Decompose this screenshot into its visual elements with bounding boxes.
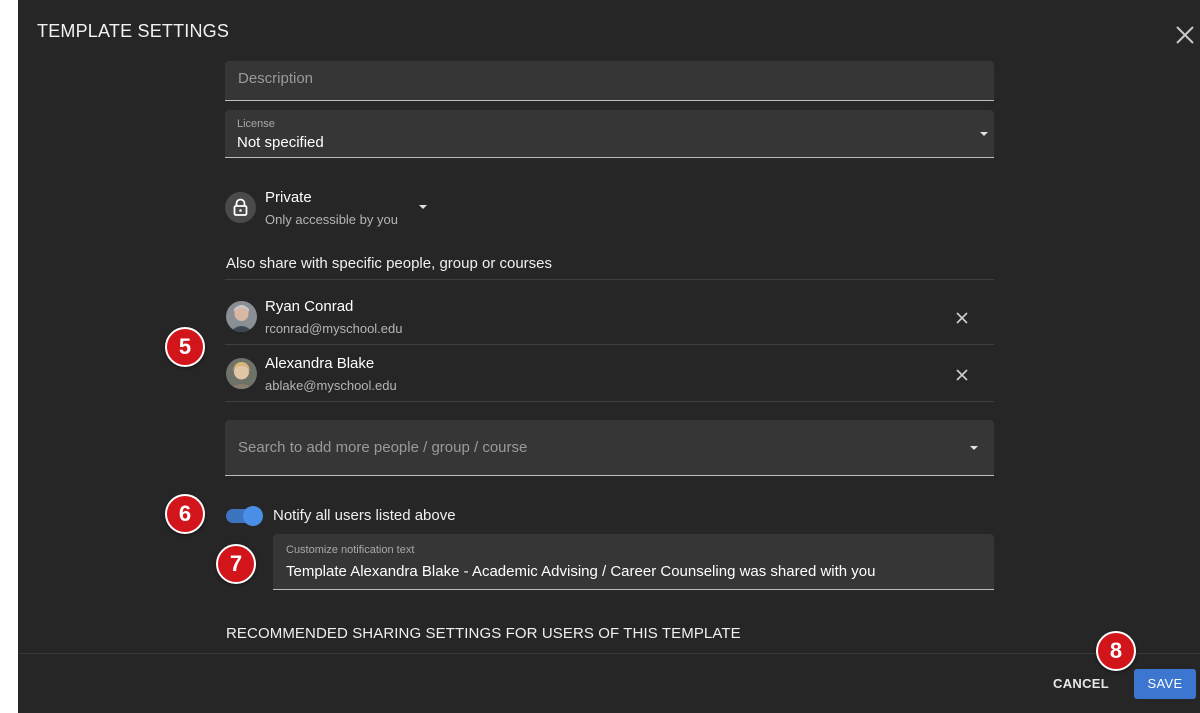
dialog-footer — [18, 653, 1200, 713]
annotation-badge: 8 — [1096, 631, 1136, 671]
cancel-button[interactable]: CANCEL — [1041, 668, 1121, 700]
privacy-title: Private — [265, 189, 312, 206]
close-icon — [956, 369, 968, 381]
license-value: Not specified — [237, 134, 324, 151]
notification-text-value: Template Alexandra Blake - Academic Advi… — [286, 563, 876, 580]
avatar — [226, 301, 257, 332]
person-name: Ryan Conrad — [265, 298, 354, 315]
close-dialog-button[interactable] — [1174, 24, 1196, 46]
notification-text-field[interactable]: Customize notification text Template Ale… — [273, 534, 994, 590]
description-placeholder: Description — [238, 70, 314, 87]
divider — [225, 401, 994, 402]
license-select[interactable]: License Not specified — [225, 110, 994, 158]
remove-person-button[interactable] — [954, 367, 970, 383]
annotation-badge: 6 — [165, 494, 205, 534]
privacy-subtitle: Only accessible by you — [265, 212, 398, 227]
annotation-badge: 7 — [216, 544, 256, 584]
close-icon — [1176, 26, 1194, 44]
save-button[interactable]: SAVE — [1134, 669, 1196, 699]
person-email: rconrad@myschool.edu — [265, 321, 403, 336]
dialog-title: TEMPLATE SETTINGS — [37, 21, 230, 41]
license-label: License — [237, 118, 275, 130]
search-placeholder: Search to add more people / group / cour… — [238, 439, 528, 456]
chevron-down-icon — [970, 446, 978, 450]
divider — [225, 279, 994, 280]
notification-text-label: Customize notification text — [286, 544, 415, 556]
annotation-badge: 5 — [165, 327, 205, 367]
notify-toggle[interactable] — [226, 506, 264, 526]
chevron-down-icon — [419, 205, 427, 209]
close-icon — [956, 312, 968, 324]
remove-person-button[interactable] — [954, 310, 970, 326]
description-field[interactable]: Description — [225, 61, 994, 101]
search-people-input[interactable]: Search to add more people / group / cour… — [225, 420, 994, 476]
chevron-down-icon — [980, 132, 988, 136]
toggle-knob — [243, 506, 263, 526]
shared-person-item: Alexandra Blake ablake@myschool.edu — [225, 345, 994, 401]
notify-label: Notify all users listed above — [273, 507, 456, 524]
person-name: Alexandra Blake — [265, 355, 375, 372]
person-email: ablake@myschool.edu — [265, 378, 397, 393]
recommended-heading: RECOMMENDED SHARING SETTINGS FOR USERS O… — [226, 625, 741, 642]
privacy-selector[interactable]: Private Only accessible by you — [225, 187, 445, 231]
avatar — [226, 358, 257, 389]
lock-icon — [225, 192, 256, 223]
share-heading: Also share with specific people, group o… — [226, 255, 553, 272]
shared-person-item: Ryan Conrad rconrad@myschool.edu — [225, 288, 994, 344]
